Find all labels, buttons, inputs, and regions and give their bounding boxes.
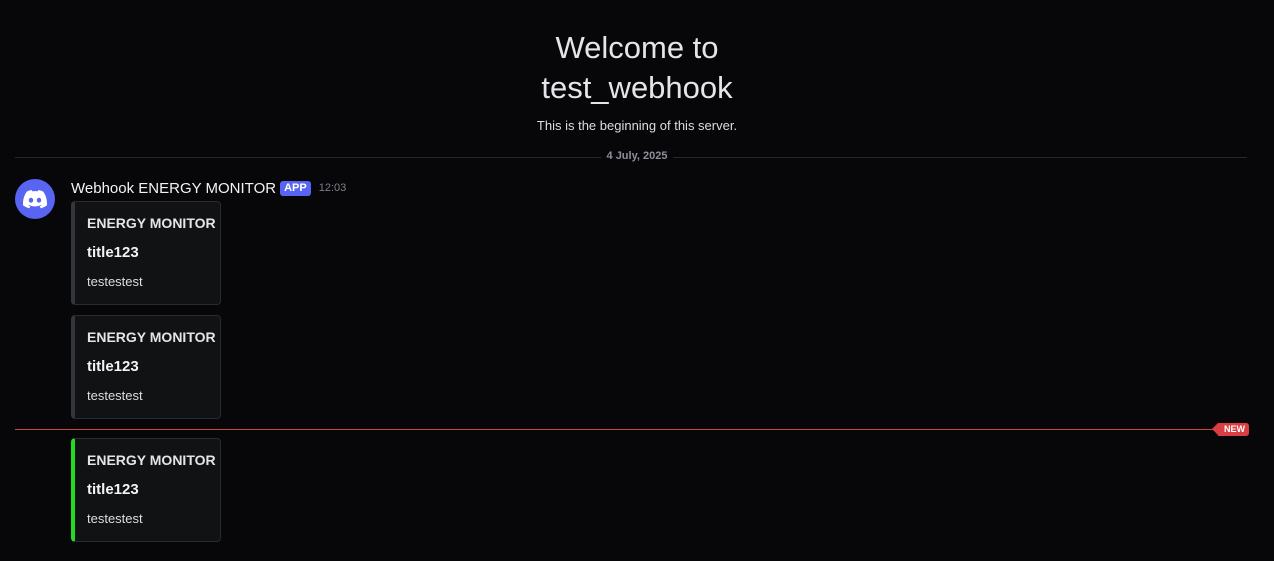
welcome-subtitle: This is the beginning of this server.	[536, 118, 738, 133]
embed-title: title123	[87, 481, 139, 498]
date-divider-label: 4 July, 2025	[600, 150, 674, 162]
embed-title: title123	[87, 244, 139, 261]
date-divider: 4 July, 2025	[0, 150, 1274, 162]
message-timestamp[interactable]: 12:03	[319, 182, 347, 194]
chat-view: Welcome to test_webhook This is the begi…	[0, 0, 1274, 561]
new-badge: NEW	[1212, 423, 1249, 436]
welcome-section: Welcome to test_webhook This is the begi…	[0, 28, 1274, 133]
discord-logo-icon	[23, 189, 47, 208]
embed-card: ENERGY MONITOR title123 testestest	[71, 438, 221, 542]
embed-author: ENERGY MONITOR	[87, 329, 216, 345]
embed-card: ENERGY MONITOR title123 testestest	[71, 201, 221, 305]
avatar[interactable]	[15, 179, 55, 219]
embed-description: testestest	[87, 511, 143, 526]
embed-author: ENERGY MONITOR	[87, 215, 216, 231]
embed-description: testestest	[87, 388, 143, 403]
embed-card: ENERGY MONITOR title123 testestest	[71, 315, 221, 419]
message-author[interactable]: Webhook ENERGY MONITOR	[71, 180, 276, 197]
welcome-title: Welcome to test_webhook	[541, 30, 733, 105]
embed-title: title123	[87, 358, 139, 375]
embed-description: testestest	[87, 274, 143, 289]
new-messages-divider	[15, 429, 1215, 430]
message-header: Webhook ENERGY MONITOR APP 12:03	[71, 179, 346, 197]
app-badge: APP	[280, 180, 311, 196]
embed-author: ENERGY MONITOR	[87, 452, 216, 468]
